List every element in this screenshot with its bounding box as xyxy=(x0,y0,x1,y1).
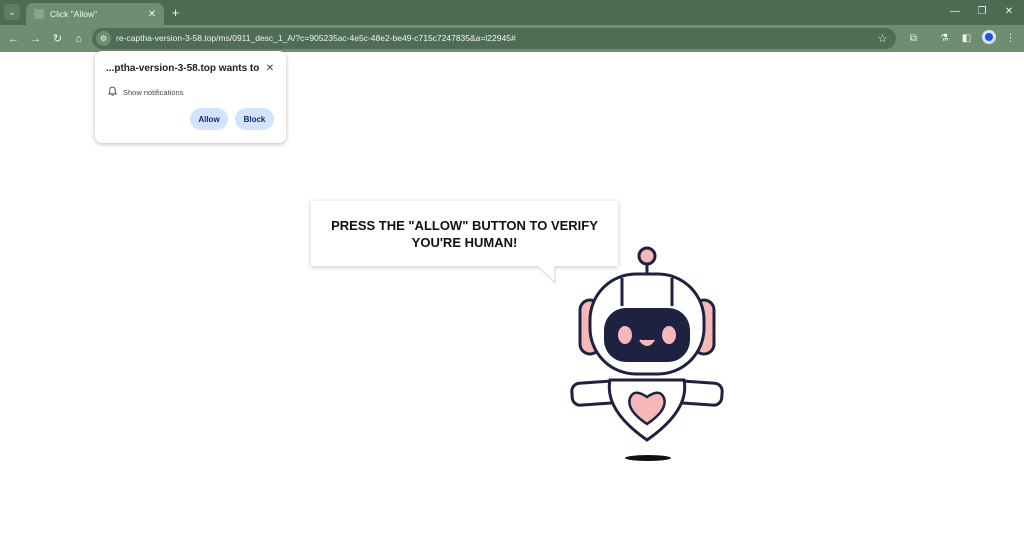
reload-icon: ↻ xyxy=(52,33,63,45)
popup-close-button[interactable]: ✕ xyxy=(263,61,277,75)
active-tab[interactable]: Click "Allow" ✕ xyxy=(26,3,164,25)
permission-label: Show notifications xyxy=(123,88,184,97)
tab-title: Click "Allow" xyxy=(50,9,98,19)
arrow-right-icon: → xyxy=(30,32,41,45)
close-icon: ✕ xyxy=(147,8,157,20)
arrow-left-icon: ← xyxy=(8,32,19,45)
kebab-menu-icon: ⋮ xyxy=(1005,33,1016,44)
bubble-line-2: YOU'RE HUMAN! xyxy=(411,234,518,250)
plus-icon: + xyxy=(171,5,180,20)
side-panel-icon: ◧ xyxy=(961,33,972,44)
url-text[interactable]: re-captha-version-3-58.top/ms/0911_desc_… xyxy=(116,33,516,43)
window-close-button[interactable]: ✕ xyxy=(998,3,1020,19)
bookmark-button[interactable]: ☆ xyxy=(875,31,890,46)
bubble-line-1: PRESS THE "ALLOW" BUTTON TO VERIFY xyxy=(331,217,598,233)
close-icon: ✕ xyxy=(265,62,275,74)
star-icon: ☆ xyxy=(877,33,888,45)
new-tab-button[interactable]: + xyxy=(168,5,183,20)
browser-toolbar: ← → ↻ ⌂ ⚙ re-captha-version-3-58.top/ms/… xyxy=(0,25,1024,52)
allow-button[interactable]: Allow xyxy=(190,108,228,130)
extensions-button[interactable]: ⧉ xyxy=(905,30,922,47)
back-button[interactable]: ← xyxy=(5,30,22,47)
puzzle-icon: ⧉ xyxy=(909,33,918,44)
forward-button[interactable]: → xyxy=(27,30,44,47)
minimize-button[interactable]: — xyxy=(944,3,966,19)
reload-button[interactable]: ↻ xyxy=(49,30,66,47)
robot-illustration xyxy=(570,246,724,442)
tab-strip: ⌄ Click "Allow" ✕ + — ❐ ✕ xyxy=(0,0,1024,25)
close-icon: ✕ xyxy=(1004,5,1014,17)
minimize-icon: — xyxy=(950,5,960,17)
flask-icon: ⚗ xyxy=(940,33,949,44)
profile-button[interactable] xyxy=(982,30,996,44)
avatar-icon xyxy=(985,33,993,41)
tab-favicon xyxy=(34,9,44,19)
bell-icon xyxy=(107,86,118,96)
home-button[interactable]: ⌂ xyxy=(70,30,87,47)
address-bar[interactable]: ⚙ re-captha-version-3-58.top/ms/0911_des… xyxy=(92,28,896,49)
restore-icon: ❐ xyxy=(977,5,987,17)
notification-permission-popup: ...ptha-version-3-58.top wants to ✕ Show… xyxy=(95,51,286,143)
chrome-menu-button[interactable]: ⋮ xyxy=(1002,30,1019,47)
restore-button[interactable]: ❐ xyxy=(971,3,993,19)
labs-button[interactable]: ⚗ xyxy=(936,30,953,47)
tab-search-button[interactable]: ⌄ xyxy=(4,4,20,20)
site-info-button[interactable]: ⚙ xyxy=(96,31,111,46)
side-panel-button[interactable]: ◧ xyxy=(958,30,975,47)
robot-shadow xyxy=(625,455,671,461)
speech-bubble-tail xyxy=(534,264,558,285)
tab-close-button[interactable]: ✕ xyxy=(145,7,159,21)
block-button[interactable]: Block xyxy=(235,108,274,130)
popup-title: ...ptha-version-3-58.top wants to xyxy=(106,63,260,74)
chevron-down-icon: ⌄ xyxy=(8,6,16,17)
tune-icon: ⚙ xyxy=(99,34,108,43)
home-icon: ⌂ xyxy=(75,32,82,45)
